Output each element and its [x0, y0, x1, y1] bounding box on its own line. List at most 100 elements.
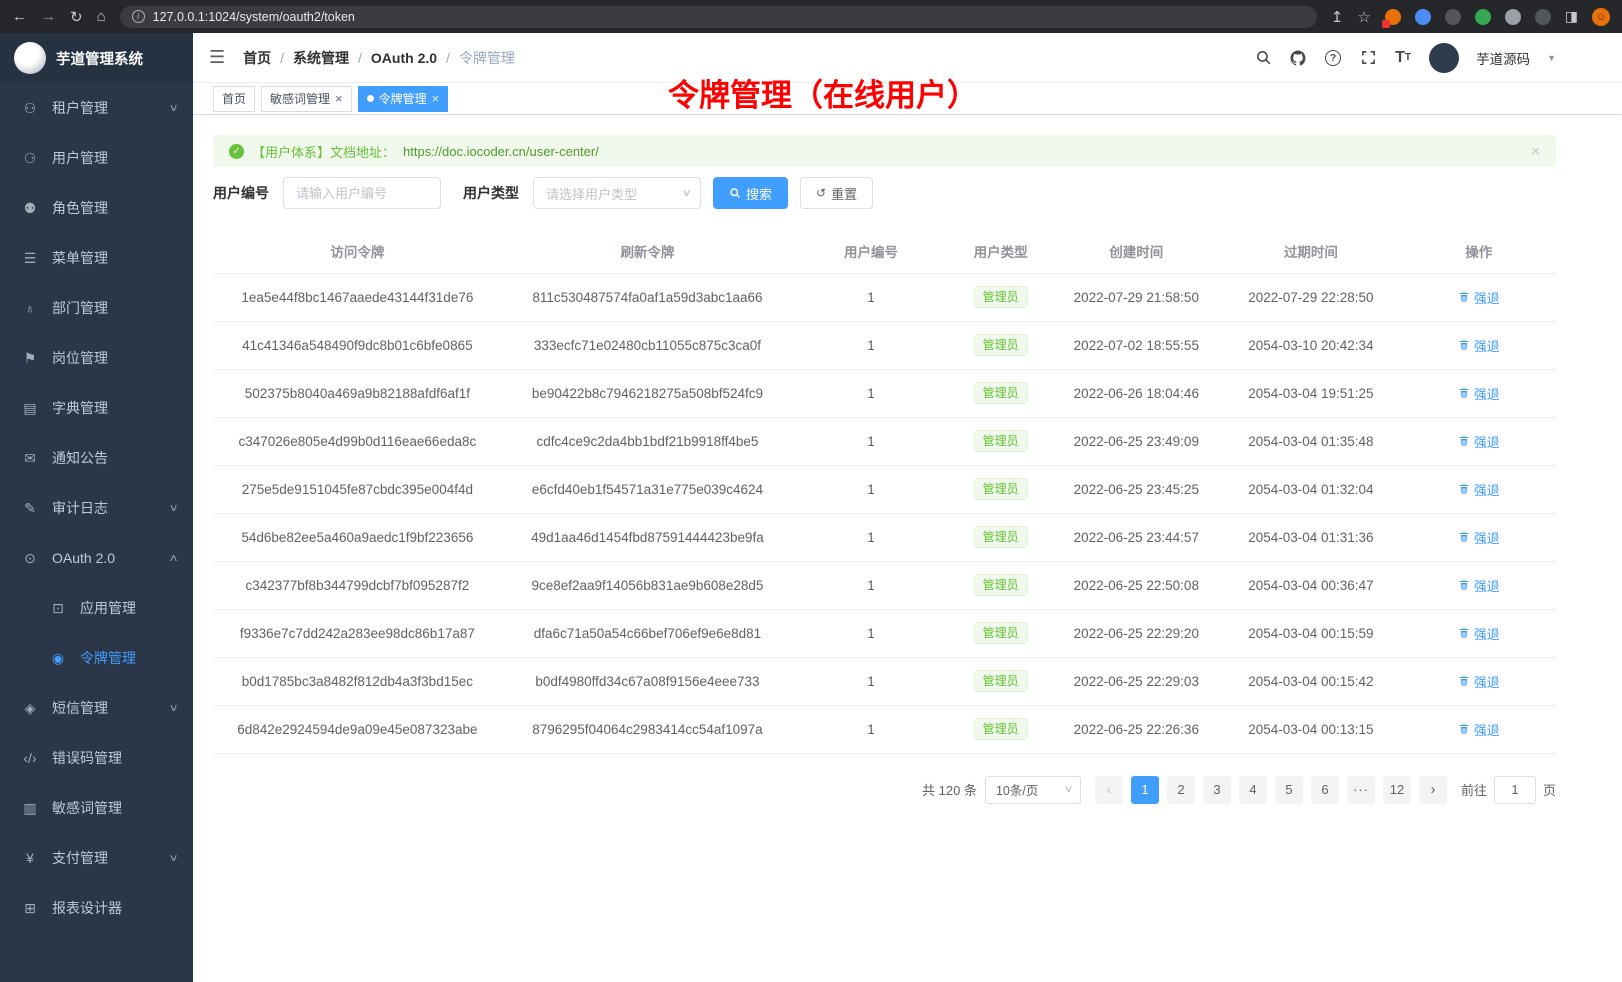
access-token-cell: 1ea5e44f8bc1467aaede43144f31de76 — [213, 273, 502, 321]
sidebar-item-user[interactable]: ⚆用户管理 — [0, 133, 193, 183]
extension-icon[interactable] — [1445, 9, 1461, 25]
page-button-3[interactable]: 3 — [1203, 776, 1231, 804]
sidebar-item-tenant[interactable]: ⚇租户管理∨ — [0, 83, 193, 133]
page-button-4[interactable]: 4 — [1239, 776, 1267, 804]
extension-icon[interactable] — [1385, 9, 1401, 25]
chevron-down-icon: ∨ — [1063, 784, 1073, 795]
force-logout-button[interactable]: 强退 — [1458, 720, 1500, 739]
sidebar-item-token[interactable]: ◉令牌管理 — [0, 633, 193, 683]
help-icon[interactable]: ? — [1324, 49, 1342, 67]
page-button-6[interactable]: 6 — [1311, 776, 1339, 804]
next-page-button[interactable]: › — [1419, 776, 1447, 804]
extension-icon[interactable] — [1475, 9, 1491, 25]
sidebar-item-role[interactable]: ⚉角色管理 — [0, 183, 193, 233]
font-size-icon[interactable]: TT — [1394, 49, 1412, 67]
sidebar-item-app[interactable]: ⊡应用管理 — [0, 583, 193, 633]
site-info-icon[interactable]: i — [132, 10, 145, 23]
force-logout-button[interactable]: 强退 — [1458, 384, 1500, 403]
user-avatar[interactable] — [1429, 43, 1459, 73]
breadcrumb-item[interactable]: 系统管理 — [293, 48, 349, 68]
page-ellipsis[interactable]: ··· — [1347, 776, 1375, 804]
sidebar-item-dict[interactable]: ▤字典管理 — [0, 383, 193, 433]
search-icon[interactable] — [1254, 49, 1272, 67]
page-button-5[interactable]: 5 — [1275, 776, 1303, 804]
trash-icon — [1458, 723, 1470, 735]
sidebar-item-pay[interactable]: ¥支付管理∨ — [0, 833, 193, 883]
sidebar: 芋道管理系统 ⚇租户管理∨⚆用户管理⚉角色管理☰菜单管理♁部门管理⚑岗位管理▤字… — [0, 33, 193, 982]
page-size-select[interactable]: 10条/页 ∨ — [985, 776, 1081, 804]
pay-icon: ¥ — [20, 850, 40, 866]
sidebar-item-sms[interactable]: ◈短信管理∨ — [0, 683, 193, 733]
user-type-cell: 管理员 — [949, 561, 1052, 609]
force-logout-button[interactable]: 强退 — [1458, 288, 1500, 307]
refresh-token-cell: 9ce8ef2aa9f14056b831ae9b608e28d5 — [502, 561, 793, 609]
trash-icon — [1458, 387, 1470, 399]
refresh-token-cell: 811c530487574fa0af1a59d3abc1aa66 — [502, 273, 793, 321]
force-logout-button[interactable]: 强退 — [1458, 480, 1500, 499]
expire-time-cell: 2054-03-04 01:35:48 — [1220, 417, 1401, 465]
close-icon[interactable]: × — [432, 92, 440, 105]
page-button-12[interactable]: 12 — [1383, 776, 1411, 804]
browser-profile-icon[interactable]: ☺ — [1592, 8, 1610, 26]
breadcrumb-item-current: 令牌管理 — [459, 48, 515, 68]
sidebar-item-post[interactable]: ⚑岗位管理 — [0, 333, 193, 383]
github-icon[interactable] — [1289, 49, 1307, 67]
report-icon: ⊞ — [20, 900, 40, 917]
close-icon[interactable]: × — [1531, 143, 1540, 160]
extensions-puzzle-icon[interactable] — [1505, 9, 1521, 25]
fullscreen-icon[interactable] — [1359, 49, 1377, 67]
sidebar-item-dept[interactable]: ♁部门管理 — [0, 283, 193, 333]
tab-首页[interactable]: 首页 — [213, 86, 255, 112]
reset-button[interactable]: ↺ 重置 — [800, 177, 873, 209]
expire-time-cell: 2054-03-10 20:42:34 — [1220, 321, 1401, 369]
force-logout-button[interactable]: 强退 — [1458, 672, 1500, 691]
user-id-input[interactable] — [283, 177, 441, 209]
extension-icon[interactable] — [1415, 9, 1431, 25]
chevron-down-icon[interactable]: ▼ — [1547, 53, 1556, 63]
create-time-cell: 2022-07-02 18:55:55 — [1052, 321, 1220, 369]
goto-page-input[interactable] — [1494, 776, 1536, 804]
force-logout-label: 强退 — [1474, 288, 1500, 307]
app-logo[interactable]: 芋道管理系统 — [0, 33, 193, 83]
doc-link[interactable]: https://doc.iocoder.cn/user-center/ — [403, 144, 599, 159]
tab-敏感词管理[interactable]: 敏感词管理× — [261, 86, 352, 112]
bookmark-star-icon[interactable]: ☆ — [1357, 8, 1370, 26]
breadcrumb-item[interactable]: OAuth 2.0 — [371, 50, 437, 66]
page-button-1[interactable]: 1 — [1131, 776, 1159, 804]
force-logout-button[interactable]: 强退 — [1458, 432, 1500, 451]
chevron-down-icon: ∨ — [168, 703, 178, 714]
breadcrumb-item[interactable]: 首页 — [243, 48, 271, 68]
table-header-row: 访问令牌 刷新令牌 用户编号 用户类型 创建时间 过期时间 操作 — [213, 229, 1556, 273]
force-logout-button[interactable]: 强退 — [1458, 528, 1500, 547]
search-button[interactable]: 搜索 — [713, 177, 788, 209]
back-icon[interactable]: ← — [12, 8, 27, 25]
access-token-cell: f9336e7c7dd242a283ee98dc86b17a87 — [213, 609, 502, 657]
app-icon: ⊡ — [48, 600, 68, 617]
close-icon[interactable]: × — [335, 92, 343, 105]
access-token-cell: 502375b8040a469a9b82188afdf6af1f — [213, 369, 502, 417]
url-bar[interactable]: i 127.0.0.1:1024/system/oauth2/token — [120, 6, 1317, 28]
force-logout-button[interactable]: 强退 — [1458, 576, 1500, 595]
home-icon[interactable]: ⌂ — [97, 8, 106, 25]
prev-page-button[interactable]: ‹ — [1095, 776, 1123, 804]
sidebar-item-report[interactable]: ⊞报表设计器 — [0, 883, 193, 933]
username[interactable]: 芋道源码 — [1476, 48, 1530, 68]
sidebar-item-audit[interactable]: ✎审计日志∨ — [0, 483, 193, 533]
sidebar-item-menu[interactable]: ☰菜单管理 — [0, 233, 193, 283]
reload-icon[interactable]: ↻ — [70, 8, 83, 26]
force-logout-button[interactable]: 强退 — [1458, 336, 1500, 355]
sidebar-item-oauth[interactable]: ⊙OAuth 2.0∧ — [0, 533, 193, 583]
tab-令牌管理[interactable]: 令牌管理× — [358, 86, 449, 112]
force-logout-button[interactable]: 强退 — [1458, 624, 1500, 643]
goto-suffix: 页 — [1543, 780, 1556, 799]
sidebar-item-notice[interactable]: ✉通知公告 — [0, 433, 193, 483]
side-panel-icon[interactable]: ◨ — [1565, 8, 1578, 25]
share-icon[interactable]: ↥ — [1331, 8, 1344, 26]
hamburger-icon[interactable]: ☰ — [209, 47, 225, 68]
page-button-2[interactable]: 2 — [1167, 776, 1195, 804]
sidebar-item-errcode[interactable]: ‹/›错误码管理 — [0, 733, 193, 783]
forward-icon[interactable]: → — [41, 8, 56, 25]
extension-icon[interactable] — [1535, 9, 1551, 25]
user-type-select[interactable]: 请选择用户类型 ∨ — [533, 177, 701, 209]
sidebar-item-sensitive[interactable]: ▥敏感词管理 — [0, 783, 193, 833]
